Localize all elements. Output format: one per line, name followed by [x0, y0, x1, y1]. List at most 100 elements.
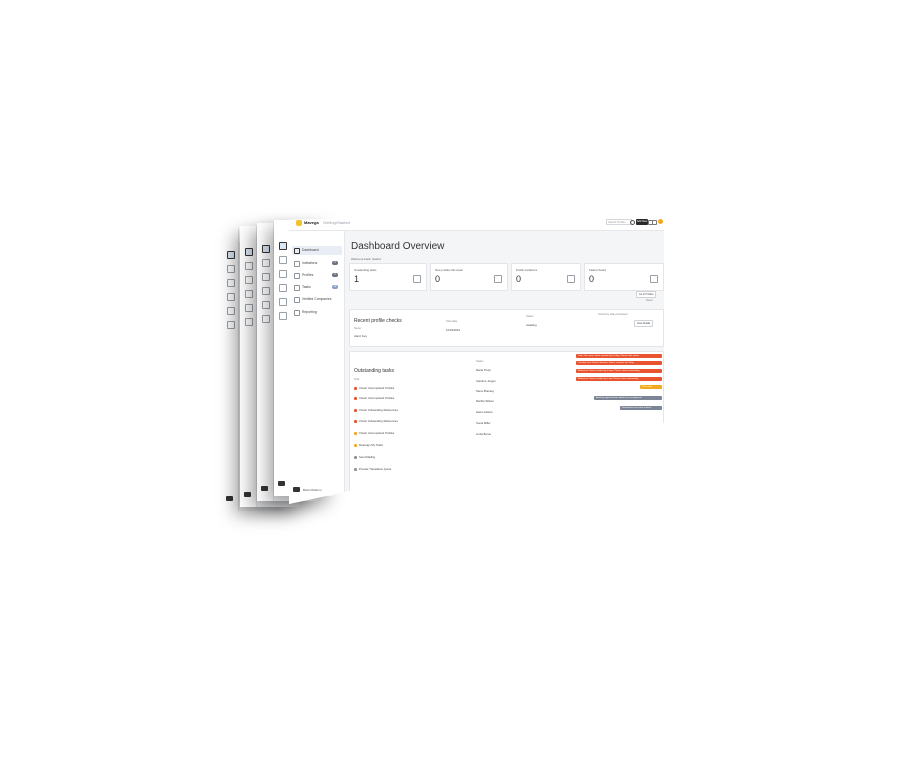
- task-owner: Linda Byrne: [476, 432, 491, 436]
- dashboard-icon: [262, 245, 270, 253]
- report-icon: [245, 318, 253, 326]
- dashboard-icon: [294, 248, 300, 254]
- task-name[interactable]: Check Uncompleted Profiles: [359, 386, 394, 390]
- view-details-button[interactable]: View Details: [634, 320, 654, 327]
- recent-checks-card: Recent profile checks Name Start date St…: [349, 309, 664, 347]
- task-name[interactable]: Check Uncompleted Profiles: [359, 431, 394, 435]
- task-icon: [227, 293, 235, 301]
- dashboard-icon: [245, 248, 253, 256]
- profile-icon: [245, 276, 253, 284]
- logo-icon: [296, 220, 302, 226]
- table-cell: Awaiting: [526, 323, 537, 327]
- task-owner: Martha Wilson: [476, 399, 494, 403]
- task-status-dot: [354, 444, 357, 447]
- sidebar-item-tasks[interactable]: Tasks 12: [292, 283, 342, 292]
- task-owner: Sonia Miller: [476, 421, 491, 425]
- task-owner: Steve Bramley: [476, 389, 495, 393]
- platform-icon: [244, 492, 251, 497]
- kpi-card-invitations[interactable]: Profile invitations 0: [511, 263, 581, 291]
- outstanding-tasks-card: Outstanding tasks Task Status Check Unco…: [349, 351, 664, 503]
- profile-icon: [262, 273, 270, 281]
- kpi-label: Profile invitations: [516, 268, 538, 272]
- stacked-screens: Mavega Getting/Started Search Profiles A…: [0, 0, 900, 768]
- sidebar-item-verified-companies[interactable]: Verified Companies: [292, 295, 342, 304]
- status-badge: Task. Due soon, status overdue by 14 day…: [576, 354, 662, 358]
- brand-name: Mavega: [304, 220, 319, 225]
- table-cell: 12/03/2021: [446, 328, 460, 332]
- kpi-value: 1: [354, 274, 360, 284]
- kpi-card-new-profiles[interactable]: New profiles this week 0: [430, 263, 508, 291]
- task-owner: Maria Thorp: [476, 368, 492, 372]
- kpi-label: New profiles this week: [435, 268, 463, 272]
- sidebar: Dashboard Invitations 0 Profiles 0 Tasks…: [289, 231, 345, 504]
- count-badge: 0: [332, 261, 338, 265]
- platform-link[interactable]: Back Platform: [303, 488, 322, 492]
- search-input[interactable]: Search Profiles: [606, 219, 632, 225]
- task-status-dot: [354, 468, 357, 471]
- task-status-dot: [354, 409, 357, 412]
- status-badge: Overdue task. Needs attention. Status: o…: [576, 361, 662, 365]
- sidebar-item-label: Reporting: [302, 310, 317, 314]
- company-icon: [227, 307, 235, 315]
- help-icon[interactable]: [652, 220, 657, 225]
- status-badge: Reference Check overdue by 3 days. Pleas…: [576, 369, 662, 373]
- go-to-profiles-button[interactable]: Go to Profiles: [636, 291, 657, 298]
- table-cell: Alanz Ivey: [354, 334, 367, 338]
- report-icon: [262, 315, 270, 323]
- company-icon: [294, 297, 300, 303]
- kpi-label: Failed checks: [589, 268, 607, 272]
- sidebar-item-label: Dashboard: [302, 248, 319, 252]
- task-name[interactable]: Provide Translation Quote: [359, 467, 391, 471]
- platform-icon: [261, 486, 268, 491]
- sidebar-item-reporting[interactable]: Reporting: [292, 308, 342, 317]
- kpi-card-outstanding-tasks[interactable]: Outstanding tasks 1: [349, 263, 427, 291]
- task-icon: [245, 290, 253, 298]
- task-name[interactable]: Check Outstanding References: [359, 408, 398, 412]
- add-new-button[interactable]: Add New: [636, 219, 648, 225]
- kpi-value: 0: [516, 274, 522, 284]
- card-title: Outstanding tasks: [354, 368, 395, 374]
- profile-icon: [227, 279, 235, 287]
- column-header: Status: [476, 360, 484, 363]
- search-icon[interactable]: [630, 220, 635, 225]
- sidebar-item-invitations[interactable]: Invitations 0: [292, 259, 342, 268]
- task-icon: [294, 285, 300, 291]
- status-badge: Reference Check overdue by 1 day. Please…: [576, 377, 662, 381]
- dashboard-icon: [227, 251, 235, 259]
- kpi-value: 0: [589, 274, 595, 284]
- sidebar-item-dashboard[interactable]: Dashboard: [292, 246, 342, 255]
- avatar[interactable]: [658, 219, 663, 224]
- platform-icon: [226, 496, 233, 501]
- task-icon: [262, 287, 270, 295]
- invite-icon: [294, 261, 300, 267]
- status-badge: Due today: [640, 385, 662, 389]
- profile-icon: [279, 270, 287, 278]
- column-header: Status: [526, 315, 534, 318]
- task-owner: Helen Adams: [476, 410, 493, 414]
- sidebar-item-profiles[interactable]: Profiles 0: [292, 271, 342, 280]
- sidebar-item-label: Invitations: [302, 261, 318, 265]
- report-icon: [279, 312, 287, 320]
- task-name[interactable]: Check Outstanding References: [359, 419, 398, 423]
- task-name[interactable]: Send Mailing: [359, 455, 375, 459]
- document-icon: [567, 275, 575, 283]
- column-header: Sorted by date processed: [598, 313, 628, 316]
- filter-label: Status: [646, 299, 653, 302]
- column-header: Name: [354, 327, 361, 330]
- task-status-dot: [354, 397, 357, 400]
- breadcrumb[interactable]: Getting/Started: [323, 220, 350, 225]
- welcome-text: Welcome back, Sasha: [351, 257, 381, 261]
- task-name[interactable]: Reassign My Tasks: [359, 443, 383, 447]
- invite-icon: [245, 262, 253, 270]
- column-header: Task: [354, 378, 360, 381]
- platform-icon[interactable]: [293, 487, 300, 492]
- task-status-dot: [354, 387, 357, 390]
- pencil-icon: [413, 275, 421, 283]
- kpi-label: Outstanding tasks: [354, 268, 377, 272]
- task-status-dot: [354, 456, 357, 459]
- kpi-card-failed-checks[interactable]: Failed checks 0: [584, 263, 664, 291]
- column-header: Start date: [446, 320, 458, 323]
- task-name[interactable]: Check Uncompleted Profiles: [359, 396, 394, 400]
- task-status-dot: [354, 432, 357, 435]
- page-title: Dashboard Overview: [351, 241, 445, 252]
